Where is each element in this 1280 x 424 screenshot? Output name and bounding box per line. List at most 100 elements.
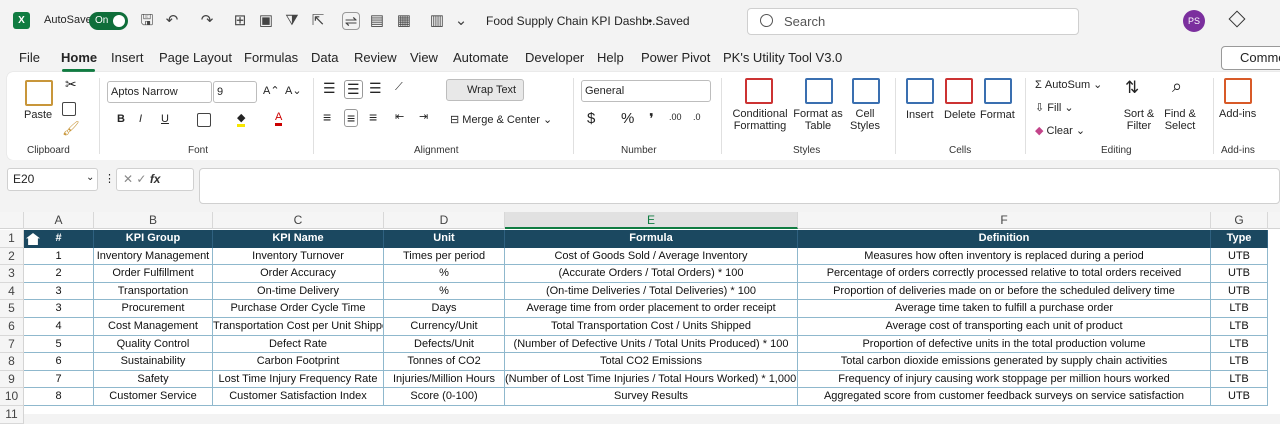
table-cell[interactable]: Percentage of orders correctly processed… — [798, 265, 1211, 283]
number-format-select[interactable]: General — [581, 80, 711, 102]
table-cell[interactable]: Total CO2 Emissions — [505, 353, 798, 371]
increase-indent-icon[interactable]: ⇥ — [419, 110, 428, 123]
align-top-icon[interactable]: ☰ — [323, 80, 336, 97]
table-cell[interactable]: Quality Control — [94, 335, 213, 354]
decrease-indent-icon[interactable]: ⇤ — [395, 110, 404, 123]
merge-center-button[interactable]: ⊟ Merge & Center ⌄ — [450, 113, 552, 126]
name-box-dropdown-icon[interactable]: ⌄ — [86, 172, 94, 183]
decrease-decimal-icon[interactable]: .0 — [693, 112, 701, 122]
table-cell[interactable]: Average time taken to fulfill a purchase… — [798, 300, 1211, 318]
row-header[interactable]: 3 — [0, 265, 24, 283]
table-cell[interactable]: Aggregated score from customer feedback … — [798, 388, 1211, 406]
align-middle-icon[interactable]: ☰ — [344, 80, 363, 99]
table-header-cell[interactable]: Type — [1211, 230, 1268, 248]
table-cell[interactable]: (Number of Defective Units / Total Units… — [505, 335, 798, 354]
fx-icon[interactable]: fx — [150, 172, 161, 186]
picture-icon[interactable]: ▣ — [257, 12, 275, 30]
italic-icon[interactable]: I — [139, 113, 142, 125]
grow-font-icon[interactable]: A⌃ — [263, 84, 280, 97]
table-cell[interactable]: Days — [384, 300, 505, 318]
conditional-formatting-icon[interactable] — [745, 78, 773, 104]
table-cell[interactable]: UTB — [1211, 265, 1268, 283]
column-header-e[interactable]: E — [505, 212, 798, 229]
search-box[interactable]: Search — [747, 8, 1079, 35]
table-cell[interactable]: Measures how often inventory is replaced… — [798, 247, 1211, 266]
filter-icon[interactable]: ⧩ — [283, 12, 301, 30]
cell-styles-button[interactable]: Cell Styles — [847, 108, 883, 132]
table-header-cell[interactable]: Definition — [798, 230, 1211, 248]
row-header[interactable]: 6 — [0, 318, 24, 336]
wrap-text-button[interactable]: Wrap Text — [446, 79, 524, 101]
borders-icon[interactable] — [197, 113, 211, 127]
table-cell[interactable]: UTB — [1211, 282, 1268, 301]
table-cell[interactable]: Order Fulfillment — [94, 265, 213, 283]
table-cell[interactable]: Proportion of defective units in the tot… — [798, 335, 1211, 354]
table-cell[interactable]: (Accurate Orders / Total Orders) * 100 — [505, 265, 798, 283]
menu-review[interactable]: Review — [354, 50, 397, 65]
table-cell[interactable]: Injuries/Million Hours — [384, 370, 505, 389]
orientation-icon[interactable]: ⟋ — [395, 81, 403, 94]
table-cell[interactable]: LTB — [1211, 335, 1268, 354]
row-header[interactable]: 10 — [0, 388, 24, 406]
table-cell[interactable]: Transportation — [94, 282, 213, 301]
name-box[interactable]: E20 — [7, 168, 98, 191]
insert-icon[interactable] — [906, 78, 934, 104]
menu-data[interactable]: Data — [311, 50, 338, 65]
menu-file[interactable]: File — [19, 50, 40, 65]
font-name-select[interactable]: Aptos Narrow — [107, 81, 212, 103]
table-header-cell[interactable]: KPI Name — [213, 230, 384, 248]
column-header-b[interactable]: B — [94, 212, 213, 229]
row-header[interactable]: 2 — [0, 247, 24, 266]
row-header[interactable]: 5 — [0, 300, 24, 318]
table-cell[interactable]: LTB — [1211, 300, 1268, 318]
table-cell[interactable]: On-time Delivery — [213, 282, 384, 301]
avatar[interactable]: PS — [1183, 10, 1205, 32]
menu-power-pivot[interactable]: Power Pivot — [641, 50, 710, 65]
calc-icon[interactable]: ▥ — [428, 12, 446, 30]
table-header-cell[interactable]: Unit — [384, 230, 505, 248]
table-cell[interactable]: 3 — [24, 282, 94, 301]
formula-input[interactable] — [199, 168, 1280, 204]
enter-icon[interactable]: ✓ — [136, 172, 146, 186]
align-left-icon[interactable]: ≡ — [323, 109, 331, 125]
table-cell[interactable]: Carbon Footprint — [213, 353, 384, 371]
table-cell[interactable]: LTB — [1211, 370, 1268, 389]
fill-color-icon[interactable]: ◆ — [237, 111, 246, 127]
table-cell[interactable]: Currency/Unit — [384, 318, 505, 336]
menu-formulas[interactable]: Formulas — [244, 50, 298, 65]
format-as-table-button[interactable]: Format as Table — [793, 108, 843, 132]
document-title[interactable]: Food Supply Chain KPI Dashb... — [486, 14, 659, 28]
calculator-icon[interactable]: ▦ — [395, 12, 413, 30]
table-cell[interactable]: Defects/Unit — [384, 335, 505, 354]
table-cell[interactable]: UTB — [1211, 247, 1268, 266]
sort-filter-button[interactable]: Sort & Filter — [1120, 108, 1158, 132]
align-right-icon[interactable]: ≡ — [369, 109, 377, 125]
comma-icon[interactable]: ❜ — [649, 110, 654, 128]
table-cell[interactable]: Transportation Cost per Unit Shipped — [213, 318, 384, 336]
table-cell[interactable]: Sustainability — [94, 353, 213, 371]
table-cell[interactable]: Customer Satisfaction Index — [213, 388, 384, 406]
table-cell[interactable]: UTB — [1211, 388, 1268, 406]
column-header-a[interactable]: A — [24, 212, 94, 229]
table-cell[interactable]: 2 — [24, 265, 94, 283]
menu-developer[interactable]: Developer — [525, 50, 584, 65]
delete-button[interactable]: Delete — [944, 109, 976, 121]
font-size-select[interactable]: 9 — [213, 81, 257, 103]
menu-view[interactable]: View — [410, 50, 438, 65]
cell-styles-icon[interactable] — [852, 78, 880, 104]
align-center-icon[interactable]: ≡ — [344, 109, 359, 127]
table-cell[interactable]: Procurement — [94, 300, 213, 318]
table-header-cell[interactable]: Formula — [505, 230, 798, 248]
menu-home[interactable]: Home — [61, 50, 97, 65]
table-icon[interactable]: ▤ — [368, 12, 386, 30]
save-icon[interactable]: 🖫 — [138, 12, 156, 30]
add-ins-icon[interactable] — [1224, 78, 1252, 104]
column-header-f[interactable]: F — [798, 212, 1211, 229]
menu-automate[interactable]: Automate — [453, 50, 509, 65]
table-cell[interactable]: 8 — [24, 388, 94, 406]
copy-icon[interactable] — [62, 102, 76, 116]
more-options-icon[interactable]: ⋮ — [104, 172, 115, 185]
autosave-toggle[interactable]: On — [89, 12, 128, 30]
format-painter-icon[interactable]: 🖌 — [62, 120, 80, 137]
column-header-g[interactable]: G — [1211, 212, 1268, 229]
